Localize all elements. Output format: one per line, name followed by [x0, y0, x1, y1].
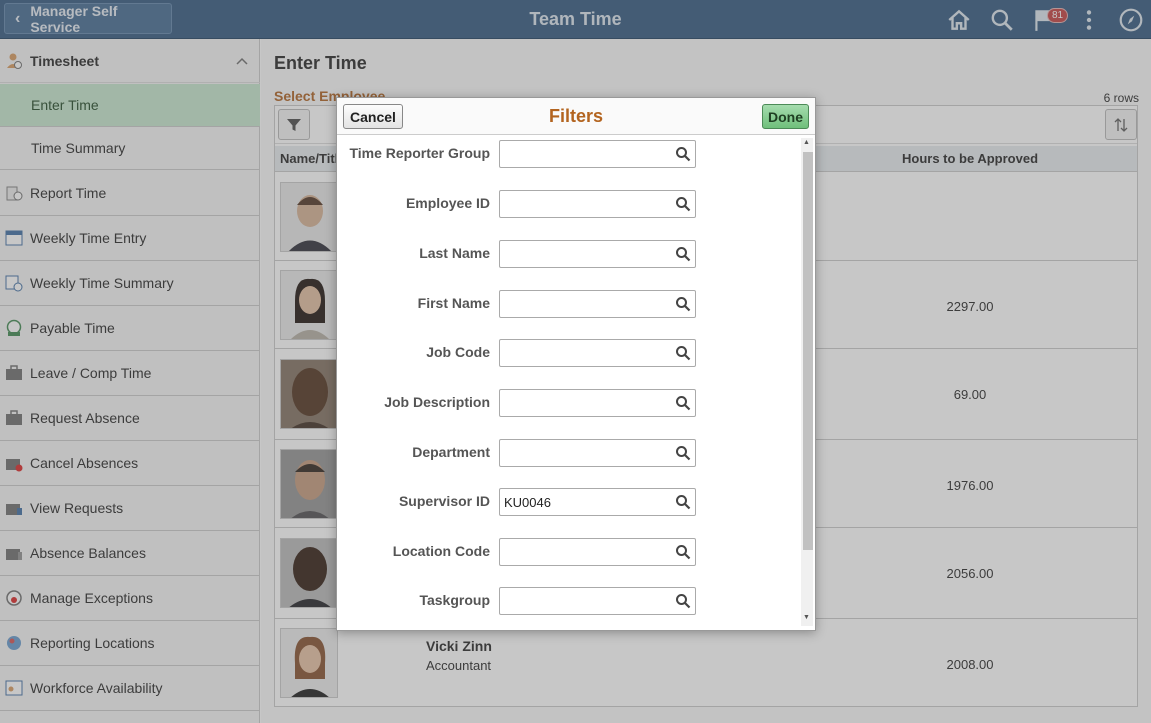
search-icon[interactable]	[675, 494, 691, 510]
job-description-input[interactable]	[499, 389, 696, 417]
filter-row-supervisor-id: Supervisor ID KU0046	[337, 486, 802, 516]
field-label: Supervisor ID	[398, 493, 490, 509]
field-label: Time Reporter Group	[349, 145, 490, 161]
taskgroup-input[interactable]	[499, 587, 696, 615]
filter-row-time-reporter-group: Time Reporter Group	[337, 138, 802, 168]
scrollbar-thumb[interactable]	[803, 152, 813, 550]
employee-id-input[interactable]	[499, 190, 696, 218]
search-icon[interactable]	[675, 196, 691, 212]
job-code-input[interactable]	[499, 339, 696, 367]
filters-form: Time Reporter Group Employee ID Last Nam…	[337, 136, 802, 630]
done-button[interactable]: Done	[762, 104, 809, 129]
location-code-input[interactable]	[499, 538, 696, 566]
filter-row-job-code: Job Code	[337, 337, 802, 367]
filter-row-last-name: Last Name	[337, 238, 802, 268]
field-label: Department	[412, 444, 490, 460]
field-label: Last Name	[419, 245, 490, 261]
field-label: Job Description	[384, 394, 490, 410]
field-label: Employee ID	[405, 195, 490, 211]
filter-row-location-code: Location Code	[337, 536, 802, 566]
search-icon[interactable]	[675, 345, 691, 361]
search-icon[interactable]	[675, 445, 691, 461]
filters-dialog: Cancel Filters Done Time Reporter Group …	[336, 97, 816, 631]
field-label: Job Code	[426, 344, 490, 360]
search-icon[interactable]	[675, 395, 691, 411]
time-reporter-group-input[interactable]	[499, 140, 696, 168]
filter-row-employee-id: Employee ID	[337, 188, 802, 218]
last-name-input[interactable]	[499, 240, 696, 268]
field-label: Taskgroup	[419, 592, 490, 608]
filter-row-taskgroup: Taskgroup	[337, 585, 802, 615]
search-icon[interactable]	[675, 146, 691, 162]
search-icon[interactable]	[675, 544, 691, 560]
first-name-input[interactable]	[499, 290, 696, 318]
supervisor-id-input[interactable]: KU0046	[499, 488, 696, 516]
filter-row-job-description: Job Description	[337, 387, 802, 417]
scroll-up-arrow-icon[interactable]: ▲	[803, 139, 810, 146]
field-label: First Name	[417, 295, 490, 311]
search-icon[interactable]	[675, 593, 691, 609]
department-input[interactable]	[499, 439, 696, 467]
search-icon[interactable]	[675, 296, 691, 312]
filter-row-first-name: First Name	[337, 288, 802, 318]
field-label: Location Code	[392, 543, 490, 559]
search-icon[interactable]	[675, 246, 691, 262]
dialog-header: Cancel Filters Done	[337, 98, 815, 135]
dialog-scrollbar[interactable]: ▲ ▼	[801, 138, 813, 626]
filter-row-department: Department	[337, 437, 802, 467]
supervisor-id-value: KU0046	[504, 494, 551, 510]
scroll-down-arrow-icon[interactable]: ▼	[803, 614, 810, 621]
dialog-title: Filters	[548, 106, 604, 126]
